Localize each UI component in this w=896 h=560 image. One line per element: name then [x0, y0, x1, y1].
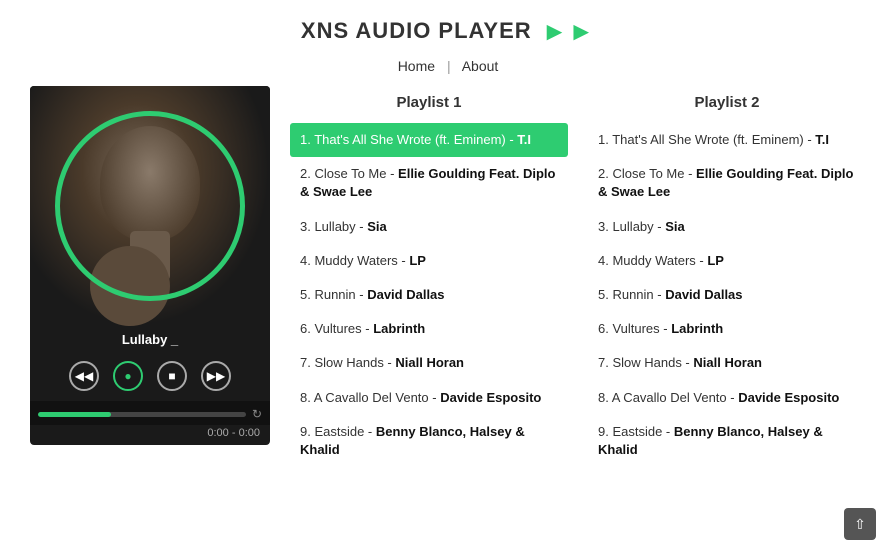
site-header: XNS AUDIO PLAYER ►►: [0, 0, 896, 50]
playlist-item[interactable]: 3. Lullaby - Sia: [290, 210, 568, 244]
playlist-item[interactable]: 7. Slow Hands - Niall Horan: [290, 346, 568, 380]
scroll-to-top-button[interactable]: ⇧: [844, 508, 876, 540]
playlist-item[interactable]: 5. Runnin - David Dallas: [588, 278, 866, 312]
nav-home[interactable]: Home: [398, 58, 435, 74]
playlist-item[interactable]: 1. That's All She Wrote (ft. Eminem) - T…: [588, 123, 866, 157]
playlist-item[interactable]: 4. Muddy Waters - LP: [290, 244, 568, 278]
now-playing-info: Lullaby _: [30, 326, 270, 353]
time-current: 0:00: [207, 427, 228, 439]
playlist1-col: Playlist 1 1. That's All She Wrote (ft. …: [290, 86, 568, 467]
album-art: [30, 86, 270, 326]
playlist-item[interactable]: 8. A Cavallo Del Vento - Davide Esposito: [588, 381, 866, 415]
logo-arrows-icon: ►►: [542, 18, 595, 44]
progress-track[interactable]: [38, 412, 246, 417]
player-box: Lullaby _ ◀◀ ● ■ ▶▶ ↻ 0:00 - 0:00: [30, 86, 270, 445]
playlist-item[interactable]: 8. A Cavallo Del Vento - Davide Esposito: [290, 381, 568, 415]
progress-bar-area: ↻: [30, 401, 270, 425]
next-button[interactable]: ▶▶: [201, 361, 231, 391]
playlist-item[interactable]: 3. Lullaby - Sia: [588, 210, 866, 244]
playlist-item[interactable]: 7. Slow Hands - Niall Horan: [588, 346, 866, 380]
playlist-item[interactable]: 4. Muddy Waters - LP: [588, 244, 866, 278]
main-content: Lullaby _ ◀◀ ● ■ ▶▶ ↻ 0:00 - 0:00: [0, 86, 896, 467]
playlist-item[interactable]: 1. That's All She Wrote (ft. Eminem) - T…: [290, 123, 568, 157]
playlist-item[interactable]: 9. Eastside - Benny Blanco, Halsey & Kha…: [588, 415, 866, 467]
time-separator: -: [232, 427, 239, 439]
playlist-item[interactable]: 2. Close To Me - Ellie Goulding Feat. Di…: [290, 157, 568, 209]
playlist-item[interactable]: 9. Eastside - Benny Blanco, Halsey & Kha…: [290, 415, 568, 467]
prev-button[interactable]: ◀◀: [69, 361, 99, 391]
time-total: 0:00: [239, 427, 260, 439]
playlist-item[interactable]: 6. Vultures - Labrinth: [290, 312, 568, 346]
time-display: 0:00 - 0:00: [30, 425, 270, 445]
playlist-item[interactable]: 2. Close To Me - Ellie Goulding Feat. Di…: [588, 157, 866, 209]
playlist-item[interactable]: 6. Vultures - Labrinth: [588, 312, 866, 346]
playlist2-header: Playlist 2: [588, 86, 866, 123]
play-button[interactable]: ●: [113, 361, 143, 391]
playlist-item[interactable]: 5. Runnin - David Dallas: [290, 278, 568, 312]
app-title: XNS AUDIO PLAYER ►►: [301, 18, 595, 44]
playlist2-col: Playlist 2 1. That's All She Wrote (ft. …: [588, 86, 866, 467]
playlist2-items: 1. That's All She Wrote (ft. Eminem) - T…: [588, 123, 866, 467]
player-section: Lullaby _ ◀◀ ● ■ ▶▶ ↻ 0:00 - 0:00: [30, 86, 270, 467]
playlists-section: Playlist 1 1. That's All She Wrote (ft. …: [290, 86, 866, 467]
main-nav: Home | About: [0, 50, 896, 86]
nav-about[interactable]: About: [462, 58, 499, 74]
album-circle-border: [55, 111, 245, 301]
progress-fill: [38, 412, 111, 417]
stop-button[interactable]: ■: [157, 361, 187, 391]
playlist1-items: 1. That's All She Wrote (ft. Eminem) - T…: [290, 123, 568, 467]
refresh-icon[interactable]: ↻: [252, 407, 262, 421]
nav-separator: |: [447, 58, 451, 74]
player-controls: ◀◀ ● ■ ▶▶: [30, 353, 270, 401]
song-title: Lullaby _: [122, 332, 178, 347]
title-text: XNS AUDIO PLAYER: [301, 18, 532, 44]
playlist1-header: Playlist 1: [290, 86, 568, 123]
